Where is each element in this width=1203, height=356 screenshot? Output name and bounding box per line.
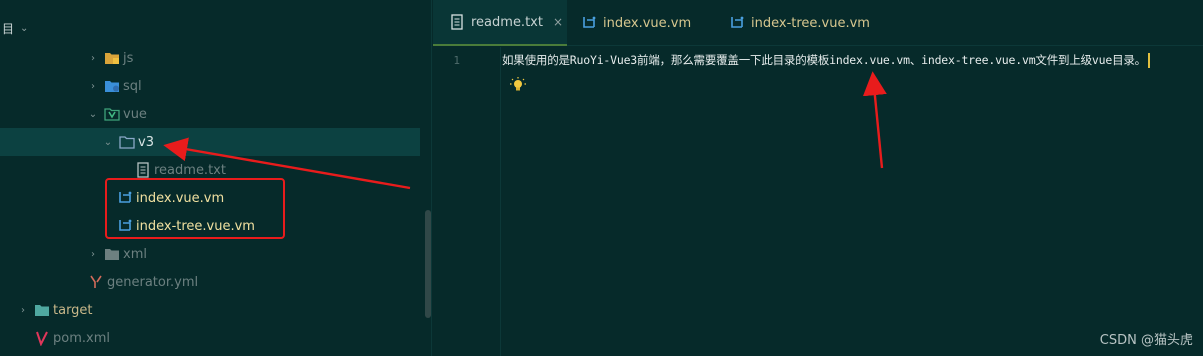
close-icon[interactable]: × xyxy=(553,15,563,29)
tab-index-vue-vm[interactable]: index.vue.vm xyxy=(581,0,711,46)
line-number: 1 xyxy=(453,54,460,67)
tree-item-label: target xyxy=(53,302,93,318)
text-file-icon xyxy=(449,14,465,30)
tree-item-sql[interactable]: › sql xyxy=(0,72,420,100)
tree-item-index-tree-vue-vm[interactable]: index-tree.vue.vm xyxy=(0,212,420,240)
tree-item-label: readme.txt xyxy=(154,162,226,178)
lightbulb-icon[interactable] xyxy=(509,76,527,94)
tree-item-label: js xyxy=(123,50,134,66)
yaml-file-icon xyxy=(88,274,104,290)
chevron-down-icon[interactable]: ⌄ xyxy=(20,23,28,34)
tree-item-index-vue-vm[interactable]: index.vue.vm xyxy=(0,184,420,212)
text-file-icon xyxy=(135,162,151,178)
tree-item-label: generator.yml xyxy=(107,274,199,290)
chevron-down-icon[interactable]: ⌄ xyxy=(86,109,100,120)
chevron-right-icon[interactable]: › xyxy=(86,81,100,92)
tree-item-label: pom.xml xyxy=(53,330,110,346)
folder-vue-icon xyxy=(104,106,120,122)
editor-area: readme.txt × index.vue.vm index-tree.vue… xyxy=(433,0,1203,356)
tree-item-label: xml xyxy=(123,246,147,262)
project-panel: 目 ⌄ › js › sql ⌄ vue ⌄ v3 readme.txt ind… xyxy=(0,0,432,356)
tree-item-label: vue xyxy=(123,106,147,122)
vm-template-icon xyxy=(729,15,745,31)
tree-item-js[interactable]: › js xyxy=(0,44,420,72)
folder-sql-icon xyxy=(104,78,120,94)
chevron-right-icon[interactable]: › xyxy=(86,53,100,64)
tab-index-tree-vue-vm[interactable]: index-tree.vue.vm xyxy=(729,0,899,46)
tree-item-readme[interactable]: readme.txt xyxy=(0,156,420,184)
tree-item-label: index.vue.vm xyxy=(136,190,225,206)
tab-label: index.vue.vm xyxy=(603,15,692,31)
tab-label: index-tree.vue.vm xyxy=(751,15,870,31)
folder-icon xyxy=(104,246,120,262)
chevron-down-icon[interactable]: ⌄ xyxy=(101,137,115,148)
chevron-right-icon[interactable]: › xyxy=(16,305,30,316)
tree-item-target[interactable]: › target xyxy=(0,296,420,324)
project-panel-header[interactable]: 目 ⌄ xyxy=(0,8,28,48)
tab-label: readme.txt xyxy=(471,14,543,30)
code-line[interactable]: 如果使用的是RuoYi-Vue3前端，那么需要覆盖一下此目录的模板index.v… xyxy=(502,52,1150,68)
text-caret xyxy=(1148,53,1150,68)
vm-template-icon xyxy=(581,15,597,31)
folder-target-icon xyxy=(34,302,50,318)
tree-item-label: sql xyxy=(123,78,142,94)
vm-template-icon xyxy=(117,218,133,234)
vertical-scrollbar[interactable] xyxy=(425,210,431,318)
tree-item-vue[interactable]: ⌄ vue xyxy=(0,100,420,128)
tree-item-pom-xml[interactable]: pom.xml xyxy=(0,324,420,352)
project-panel-title: 目 xyxy=(2,21,15,36)
folder-js-icon xyxy=(104,50,120,66)
editor-tab-bar: readme.txt × index.vue.vm index-tree.vue… xyxy=(433,0,1203,46)
line-number-gutter: 1 xyxy=(433,47,501,356)
maven-icon xyxy=(34,330,50,346)
chevron-right-icon[interactable]: › xyxy=(86,249,100,260)
tree-item-generator-yml[interactable]: generator.yml xyxy=(0,268,420,296)
tree-item-label: v3 xyxy=(138,134,154,150)
code-text: 如果使用的是RuoYi-Vue3前端，那么需要覆盖一下此目录的模板index.v… xyxy=(502,53,1146,67)
folder-icon xyxy=(119,134,135,150)
tree-item-xml[interactable]: › xml xyxy=(0,240,420,268)
tree-item-label: index-tree.vue.vm xyxy=(136,218,255,234)
tab-readme-txt[interactable]: readme.txt × xyxy=(433,0,567,46)
tree-item-v3[interactable]: ⌄ v3 xyxy=(0,128,420,156)
watermark: CSDN @猫头虎 xyxy=(1099,333,1193,348)
vm-template-icon xyxy=(117,190,133,206)
